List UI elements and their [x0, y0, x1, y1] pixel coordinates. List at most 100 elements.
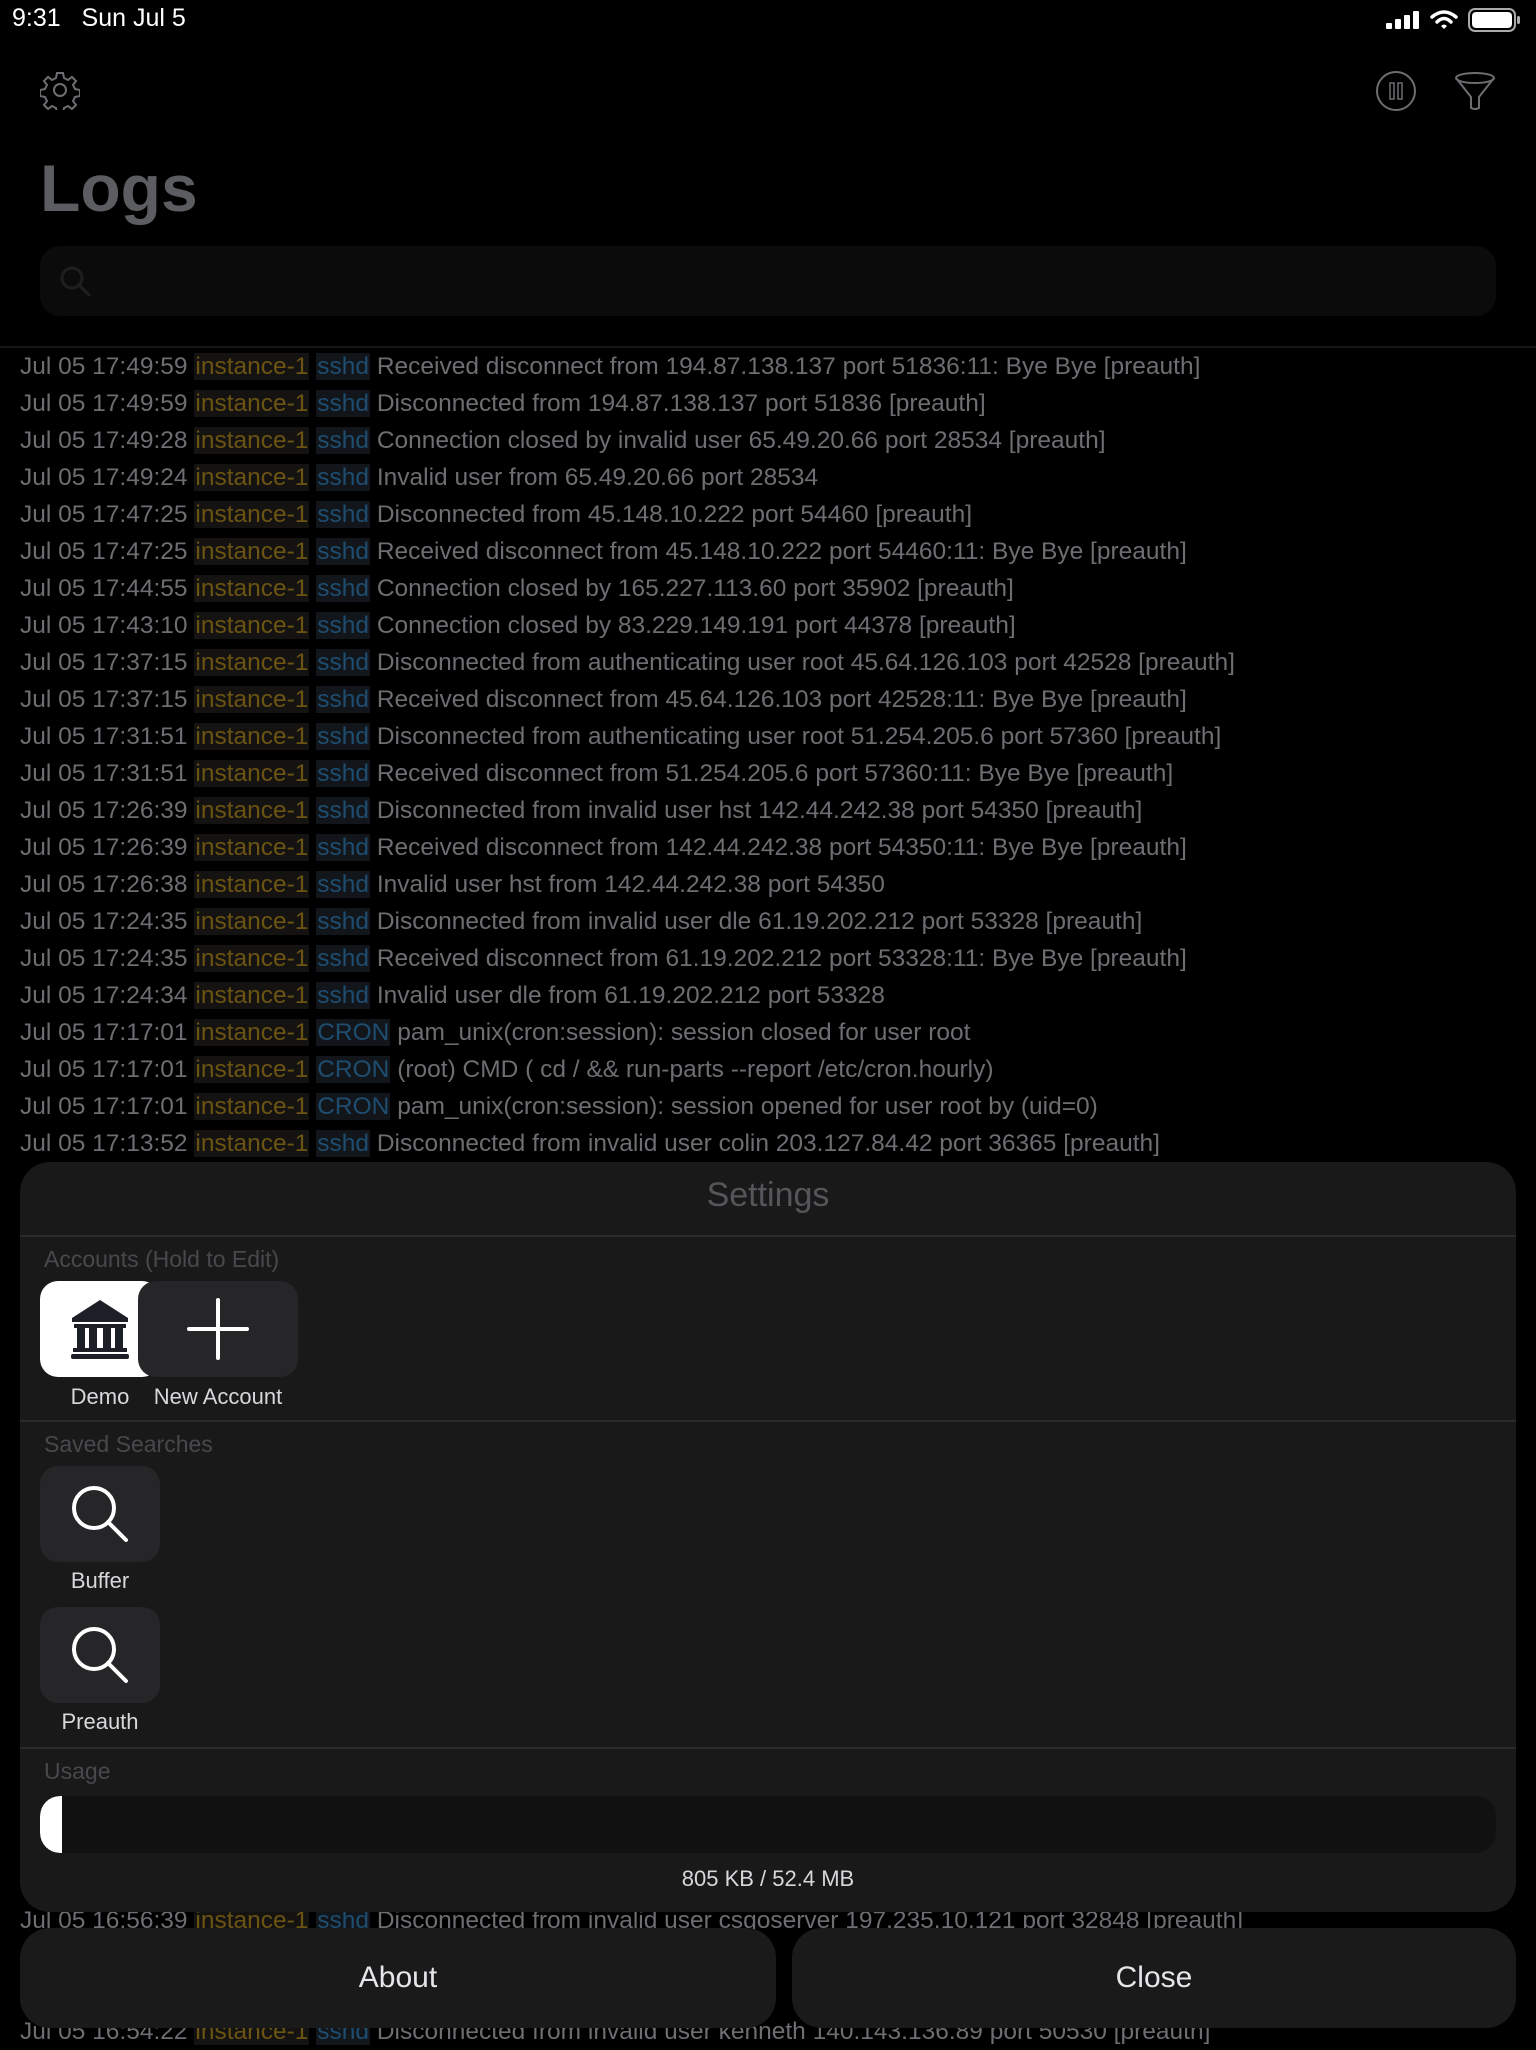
log-row[interactable]: Jul 05 17:24:34 instance-1 sshd Invalid …	[20, 977, 1536, 1014]
log-row[interactable]: Jul 05 17:47:25 instance-1 sshd Disconne…	[20, 496, 1536, 533]
log-timestamp: Jul 05 17:49:59	[20, 353, 188, 380]
log-message: pam_unix(cron:session): session opened f…	[397, 1093, 1098, 1120]
log-row[interactable]: Jul 05 17:13:52 instance-1 sshd Disconne…	[20, 1125, 1536, 1162]
log-row[interactable]: Jul 05 17:44:55 instance-1 sshd Connecti…	[20, 570, 1536, 607]
log-message: Received disconnect from 45.64.126.103 p…	[376, 686, 1187, 713]
log-host: instance-1	[194, 612, 310, 639]
log-process: sshd	[316, 834, 370, 861]
search-input[interactable]	[40, 246, 1496, 316]
log-message: Connection closed by 165.227.113.60 port…	[376, 575, 1014, 602]
saved-search-tile-preauth[interactable]	[40, 1607, 160, 1703]
log-process: sshd	[316, 575, 370, 602]
log-row[interactable]: Jul 05 17:24:35 instance-1 sshd Disconne…	[20, 903, 1536, 940]
log-timestamp: Jul 05 17:24:35	[20, 908, 188, 935]
log-timestamp: Jul 05 17:31:51	[20, 723, 188, 750]
log-message: Disconnected from 194.87.138.137 port 51…	[376, 390, 986, 417]
log-list[interactable]: Jul 05 17:49:59 instance-1 sshd Received…	[20, 348, 1536, 1162]
log-row[interactable]: Jul 05 17:37:15 instance-1 sshd Disconne…	[20, 644, 1536, 681]
filter-button[interactable]	[1454, 70, 1496, 117]
log-message: Received disconnect from 61.19.202.212 p…	[376, 945, 1187, 972]
search-icon	[72, 1486, 128, 1542]
status-bar-indicators	[1386, 8, 1522, 32]
log-message: Invalid user from 65.49.20.66 port 28534	[376, 464, 819, 491]
settings-panel: Settings Accounts (Hold to Edit) Demo Ne…	[20, 1162, 1516, 1912]
log-message: Disconnected from authenticating user ro…	[376, 649, 1235, 676]
date-label: Sun Jul 5	[81, 4, 186, 32]
log-process: sshd	[316, 649, 370, 676]
log-row[interactable]: Jul 05 17:43:10 instance-1 sshd Connecti…	[20, 607, 1536, 644]
divider	[20, 1747, 1516, 1749]
log-timestamp: Jul 05 17:24:34	[20, 982, 188, 1009]
new-account-button[interactable]	[138, 1281, 298, 1377]
log-host: instance-1	[194, 723, 310, 750]
log-timestamp: Jul 05 17:49:28	[20, 427, 188, 454]
close-button[interactable]: Close	[792, 1928, 1516, 2028]
log-row[interactable]: Jul 05 17:49:59 instance-1 sshd Disconne…	[20, 385, 1536, 422]
status-bar-time: 9:31 Sun Jul 5	[12, 4, 186, 33]
log-timestamp: Jul 05 17:17:01	[20, 1056, 188, 1083]
log-process: sshd	[316, 982, 370, 1009]
pause-icon	[1376, 71, 1416, 111]
log-process: sshd	[316, 797, 370, 824]
log-row[interactable]: Jul 05 17:49:24 instance-1 sshd Invalid …	[20, 459, 1536, 496]
log-message: Received disconnect from 194.87.138.137 …	[376, 353, 1201, 380]
usage-progress-fill	[40, 1796, 62, 1853]
log-process: sshd	[316, 760, 370, 787]
search-icon	[58, 264, 94, 305]
log-host: instance-1	[194, 538, 310, 565]
usage-text: 805 KB / 52.4 MB	[681, 1866, 855, 1891]
battery-icon	[1468, 8, 1520, 32]
log-row[interactable]: Jul 05 17:26:39 instance-1 sshd Disconne…	[20, 792, 1536, 829]
log-timestamp: Jul 05 17:26:38	[20, 871, 188, 898]
log-process: sshd	[316, 427, 370, 454]
log-process: sshd	[316, 686, 370, 713]
log-host: instance-1	[194, 390, 310, 417]
log-row[interactable]: Jul 05 17:17:01 instance-1 CRON pam_unix…	[20, 1088, 1536, 1125]
log-host: instance-1	[194, 575, 310, 602]
log-host: instance-1	[194, 797, 310, 824]
log-timestamp: Jul 05 17:47:25	[20, 501, 188, 528]
log-process: sshd	[316, 501, 370, 528]
log-row[interactable]: Jul 05 17:37:15 instance-1 sshd Received…	[20, 681, 1536, 718]
log-message: Disconnected from invalid user colin 203…	[376, 1130, 1160, 1157]
divider	[20, 1235, 1516, 1237]
log-timestamp: Jul 05 17:17:01	[20, 1019, 188, 1046]
log-process: sshd	[316, 353, 370, 380]
settings-button[interactable]	[39, 70, 81, 115]
log-host: instance-1	[194, 501, 310, 528]
log-row[interactable]: Jul 05 17:31:51 instance-1 sshd Disconne…	[20, 718, 1536, 755]
log-host: instance-1	[194, 649, 310, 676]
log-timestamp: Jul 05 17:47:25	[20, 538, 188, 565]
log-row[interactable]: Jul 05 17:26:38 instance-1 sshd Invalid …	[20, 866, 1536, 903]
usage-section-label: Usage	[44, 1758, 111, 1784]
log-message: Invalid user dle from 61.19.202.212 port…	[376, 982, 885, 1009]
log-row[interactable]: Jul 05 17:49:28 instance-1 sshd Connecti…	[20, 422, 1536, 459]
log-row[interactable]: Jul 05 17:31:51 instance-1 sshd Received…	[20, 755, 1536, 792]
saved-search-label-preauth: Preauth	[61, 1709, 139, 1734]
about-button[interactable]: About	[20, 1928, 776, 2028]
gear-icon	[39, 72, 81, 114]
log-message: Received disconnect from 51.254.205.6 po…	[376, 760, 1174, 787]
accounts-section-label: Accounts (Hold to Edit)	[44, 1246, 280, 1272]
log-row[interactable]: Jul 05 17:47:25 instance-1 sshd Received…	[20, 533, 1536, 570]
log-message: Connection closed by 83.229.149.191 port…	[376, 612, 1016, 639]
log-row[interactable]: Jul 05 17:24:35 instance-1 sshd Received…	[20, 940, 1536, 977]
log-timestamp: Jul 05 17:49:24	[20, 464, 188, 491]
log-host: instance-1	[194, 353, 310, 380]
log-process: sshd	[316, 723, 370, 750]
log-timestamp: Jul 05 17:17:01	[20, 1093, 188, 1120]
time-label: 9:31	[12, 4, 61, 32]
log-row[interactable]: Jul 05 17:17:01 instance-1 CRON pam_unix…	[20, 1014, 1536, 1051]
log-row[interactable]: Jul 05 17:17:01 instance-1 CRON (root) C…	[20, 1051, 1536, 1088]
pause-button[interactable]	[1375, 70, 1417, 117]
divider	[20, 1420, 1516, 1422]
log-message: Invalid user hst from 142.44.242.38 port…	[376, 871, 885, 898]
log-host: instance-1	[194, 686, 310, 713]
saved-search-tile-buffer[interactable]	[40, 1466, 160, 1562]
log-message: Disconnected from 45.148.10.222 port 544…	[376, 501, 973, 528]
usage-progress-bar	[40, 1796, 1496, 1853]
log-row[interactable]: Jul 05 17:26:39 instance-1 sshd Received…	[20, 829, 1536, 866]
saved-search-label-buffer: Buffer	[70, 1568, 130, 1593]
log-host: instance-1	[194, 871, 310, 898]
log-row[interactable]: Jul 05 17:49:59 instance-1 sshd Received…	[20, 348, 1536, 385]
